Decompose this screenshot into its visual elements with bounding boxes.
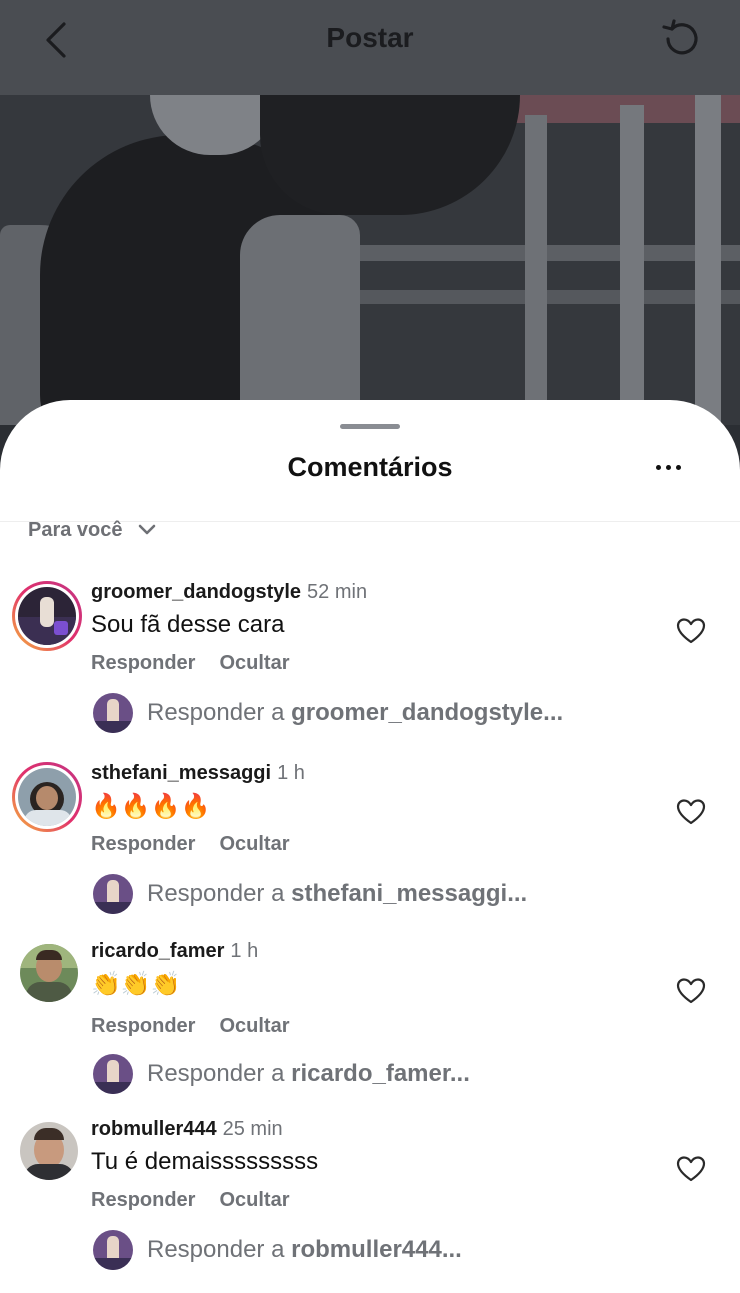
comment-text: Sou fã desse cara: [91, 611, 285, 638]
reply-input-row[interactable]: Responder a groomer_dandogstyle...: [93, 693, 563, 733]
comment-username[interactable]: groomer_dandogstyle: [91, 581, 301, 603]
comment-actions: Responder Ocultar: [91, 833, 290, 856]
comment-text: 🔥🔥🔥🔥: [91, 793, 211, 820]
comment-time: 1 h: [277, 762, 305, 784]
heart-icon[interactable]: [676, 1155, 706, 1183]
more-horizontal-icon: [655, 464, 661, 470]
avatar: [93, 874, 133, 914]
comment-username[interactable]: robmuller444: [91, 1118, 217, 1140]
reply-input-row[interactable]: Responder a robmuller444...: [93, 1230, 462, 1270]
page-title: Postar: [326, 22, 414, 53]
reply-target: sthefani_messaggi...: [291, 880, 528, 907]
refresh-icon: [662, 19, 698, 55]
avatar[interactable]: [12, 581, 82, 651]
reply-input-row[interactable]: Responder a sthefani_messaggi...: [93, 874, 527, 914]
hide-button[interactable]: Ocultar: [219, 1015, 289, 1037]
hide-button[interactable]: Ocultar: [219, 833, 289, 855]
reply-button[interactable]: Responder: [91, 1015, 195, 1037]
sheet-grabber[interactable]: [340, 424, 400, 429]
comment-text: 👏👏👏: [91, 971, 181, 998]
comment-actions: Responder Ocultar: [91, 1015, 290, 1038]
comment-time: 52 min: [307, 581, 368, 603]
reply-button[interactable]: Responder: [91, 652, 195, 674]
heart-icon[interactable]: [676, 798, 706, 826]
filter-label: Para você: [28, 518, 123, 541]
heart-icon[interactable]: [676, 977, 706, 1005]
reply-input-row[interactable]: Responder a ricardo_famer...: [93, 1054, 470, 1094]
reply-button[interactable]: Responder: [91, 1189, 195, 1211]
comment-actions: Responder Ocultar: [91, 652, 290, 675]
chevron-down-icon: [138, 524, 155, 535]
comment-username[interactable]: sthefani_messaggi: [91, 762, 271, 784]
reply-target: groomer_dandogstyle...: [291, 699, 564, 726]
reply-prefix: Responder a: [147, 880, 285, 907]
reply-prefix: Responder a: [147, 1236, 285, 1263]
avatar[interactable]: [12, 762, 82, 832]
avatar[interactable]: [20, 944, 78, 1002]
reply-target: ricardo_famer...: [291, 1060, 470, 1087]
comments-sheet: Comentários Para você groomer_dandogstyl…: [0, 400, 740, 1293]
comment-actions: Responder Ocultar: [91, 1189, 290, 1212]
comment-header: ricardo_famer 1 h: [91, 940, 258, 963]
comment-time: 25 min: [222, 1118, 283, 1140]
post-photo: [0, 95, 740, 425]
avatar[interactable]: [20, 1122, 78, 1180]
refresh-button[interactable]: [658, 16, 704, 62]
reply-target: robmuller444...: [291, 1236, 462, 1263]
comment-text: Tu é demaisssssssss: [91, 1148, 319, 1175]
comment-username[interactable]: ricardo_famer: [91, 940, 224, 962]
avatar: [93, 1230, 133, 1270]
heart-icon[interactable]: [676, 617, 706, 645]
comment-header: robmuller444 25 min: [91, 1118, 283, 1141]
reply-prefix: Responder a: [147, 1060, 285, 1087]
avatar: [93, 1054, 133, 1094]
comment-filter-dropdown[interactable]: Para você: [28, 518, 157, 542]
hide-button[interactable]: Ocultar: [219, 652, 289, 674]
avatar: [93, 693, 133, 733]
comment-time: 1 h: [230, 940, 259, 962]
comments-title: Comentários: [287, 452, 453, 482]
hide-button[interactable]: Ocultar: [219, 1189, 289, 1211]
comment-header: sthefani_messaggi 1 h: [91, 762, 305, 785]
top-bar: Postar: [0, 0, 740, 95]
reply-prefix: Responder a: [147, 699, 285, 726]
more-options-button[interactable]: [646, 452, 690, 482]
comment-header: groomer_dandogstyle 52 min: [91, 581, 367, 604]
reply-button[interactable]: Responder: [91, 833, 195, 855]
